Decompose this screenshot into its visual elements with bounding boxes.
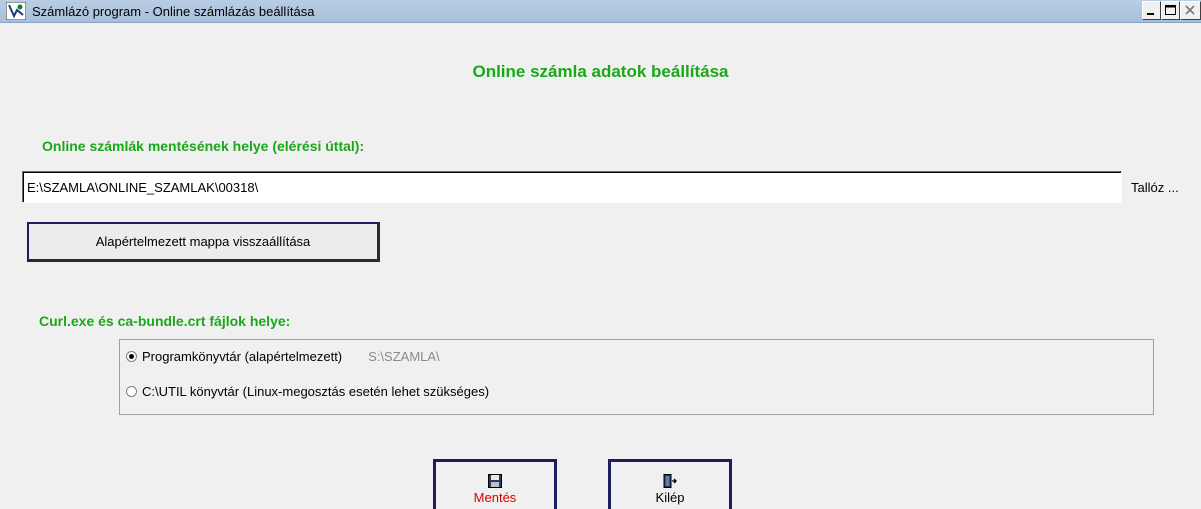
minimize-icon (1147, 13, 1154, 15)
page-title: Online számla adatok beállítása (472, 62, 729, 81)
maximize-button[interactable] (1161, 1, 1180, 20)
radio-util-dir[interactable]: C:\UTIL könyvtár (Linux-megosztás esetén… (126, 384, 489, 399)
browse-button[interactable]: Tallóz ... (1125, 171, 1201, 203)
minimize-button[interactable] (1142, 1, 1161, 20)
radio-program-dir-label: Programkönyvtár (alapértelmezett) (142, 349, 343, 364)
radio-util-dir-label: C:\UTIL könyvtár (Linux-megosztás esetén… (142, 384, 490, 399)
maximize-icon (1165, 5, 1176, 15)
window-title: Számlázó program - Online számlázás beál… (32, 4, 315, 19)
exit-door-icon (663, 473, 677, 488)
exit-button[interactable]: Kilép (608, 459, 732, 509)
save-button[interactable]: Mentés (433, 459, 557, 509)
save-path-input[interactable] (22, 171, 1122, 203)
save-path-label: Online számlák mentésének helye (elérési… (42, 138, 365, 154)
program-dir-path: S:\SZAMLA\ (368, 349, 440, 364)
reset-folder-button[interactable]: Alapértelmezett mappa visszaállítása (27, 222, 380, 262)
close-icon (1185, 5, 1195, 15)
title-bar: Számlázó program - Online számlázás beál… (0, 0, 1201, 23)
close-button[interactable] (1180, 1, 1201, 20)
radio-checked-icon[interactable] (126, 351, 137, 362)
floppy-disk-icon (488, 473, 502, 488)
radio-program-dir[interactable]: Programkönyvtár (alapértelmezett) S:\SZA… (126, 349, 440, 364)
curl-location-label: Curl.exe és ca-bundle.crt fájlok helye: (39, 313, 291, 329)
exit-button-label: Kilép (655, 489, 685, 505)
radio-unchecked-icon[interactable] (126, 386, 137, 397)
curl-location-group: Programkönyvtár (alapértelmezett) S:\SZA… (119, 339, 1154, 415)
app-icon (6, 2, 26, 20)
save-button-label: Mentés (473, 489, 517, 505)
